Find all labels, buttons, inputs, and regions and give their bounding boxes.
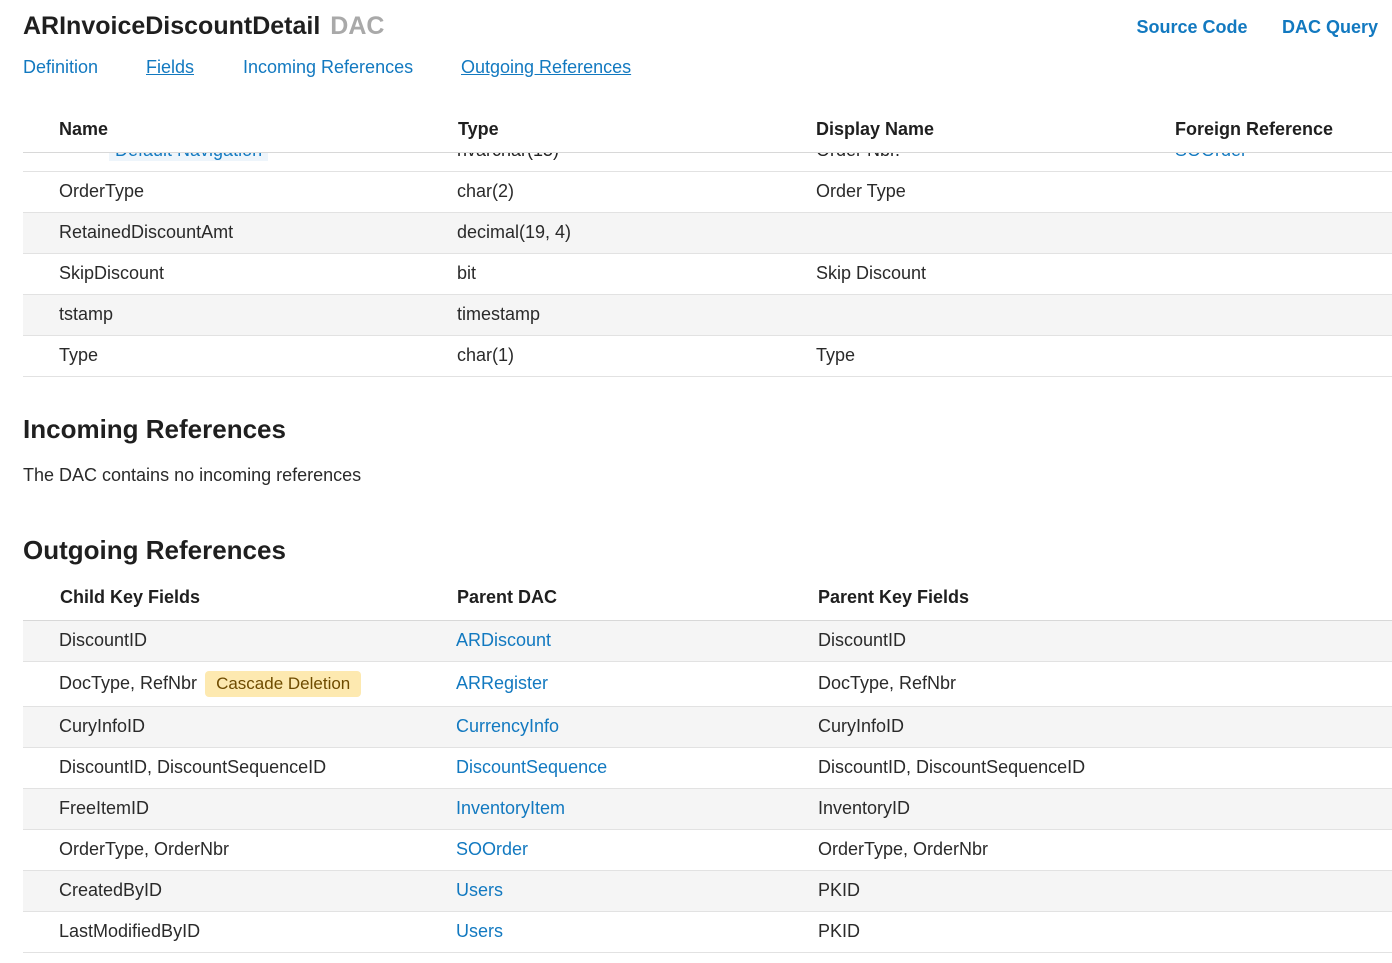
table-row: Type char(1) Type <box>23 335 1392 377</box>
page-title: ARInvoiceDiscountDetail DAC <box>23 12 384 41</box>
field-foreign-reference <box>1175 253 1392 295</box>
child-key-fields: CuryInfoID <box>23 706 456 748</box>
child-key-fields: CreatedByID <box>23 870 456 912</box>
column-header-display-name[interactable]: Display Name <box>816 108 1175 153</box>
table-row: DiscountID, DiscountSequenceID DiscountS… <box>23 747 1392 789</box>
parent-key-fields: DocType, RefNbr <box>817 661 1392 707</box>
parent-key-fields: DiscountID <box>817 620 1392 662</box>
parent-dac-link[interactable]: SOOrder <box>456 839 528 859</box>
parent-key-fields: DiscountID, DiscountSequenceID <box>817 747 1392 789</box>
table-row: OrderType, OrderNbr SOOrder OrderType, O… <box>23 829 1392 871</box>
parent-dac-link[interactable]: InventoryItem <box>456 798 565 818</box>
parent-dac-cell: Users <box>456 870 817 912</box>
default-navigation-chip[interactable]: Default Navigation <box>109 152 269 161</box>
parent-key-fields: PKID <box>817 911 1392 953</box>
parent-dac-cell: InventoryItem <box>456 788 817 830</box>
parent-dac-link[interactable]: ARRegister <box>456 673 548 693</box>
field-display-name: Skip Discount <box>816 253 1175 295</box>
fields-table: Name Type Display Name Foreign Reference… <box>23 108 1392 377</box>
parent-dac-cell: DiscountSequence <box>456 747 817 789</box>
partial-cell-display-name: Order Nbr. <box>816 152 1175 172</box>
field-foreign-reference <box>1175 212 1392 254</box>
nav-tab-definition[interactable]: Definition <box>23 57 98 78</box>
table-row: CreatedByID Users PKID <box>23 870 1392 912</box>
incoming-references-note: The DAC contains no incoming references <box>23 465 362 485</box>
table-row: FreeItemID InventoryItem InventoryID <box>23 788 1392 830</box>
parent-dac-link[interactable]: DiscountSequence <box>456 757 607 777</box>
field-foreign-reference <box>1175 171 1392 213</box>
partial-cell-type: nvarchar(15) <box>457 152 816 172</box>
parent-dac-cell: SOOrder <box>456 829 817 871</box>
field-display-name <box>816 294 1175 336</box>
field-type: decimal(19, 4) <box>457 212 816 254</box>
table-row: SkipDiscount bit Skip Discount <box>23 253 1392 295</box>
child-key-fields: FreeItemID <box>23 788 456 830</box>
incoming-references-heading: Incoming References <box>23 414 286 444</box>
parent-dac-cell: ARDiscount <box>456 620 817 662</box>
parent-dac-cell: CurrencyInfo <box>456 706 817 748</box>
parent-key-fields: CuryInfoID <box>817 706 1392 748</box>
field-foreign-reference <box>1175 294 1392 336</box>
child-key-fields: OrderType, OrderNbr <box>23 829 456 871</box>
field-display-name <box>816 212 1175 254</box>
parent-key-fields: OrderType, OrderNbr <box>817 829 1392 871</box>
parent-dac-cell: ARRegister <box>456 661 817 707</box>
child-key-fields: DiscountID <box>23 620 456 662</box>
outgoing-references-table: Child Key Fields Parent DAC Parent Key F… <box>23 576 1392 953</box>
table-row: DocType, RefNbr Cascade Deletion ARRegist… <box>23 661 1392 707</box>
partial-cell-name: Default Navigation <box>23 152 457 172</box>
source-code-link[interactable]: Source Code <box>1136 17 1247 37</box>
field-name: Type <box>23 335 457 377</box>
parent-dac-link[interactable]: CurrencyInfo <box>456 716 559 736</box>
field-display-name: Type <box>816 335 1175 377</box>
field-name: tstamp <box>23 294 457 336</box>
field-name: SkipDiscount <box>23 253 457 295</box>
dac-query-link[interactable]: DAC Query <box>1282 17 1378 37</box>
parent-key-fields: InventoryID <box>817 788 1392 830</box>
table-row: OrderType char(2) Order Type <box>23 171 1392 213</box>
outgoing-references-heading: Outgoing References <box>23 535 286 565</box>
parent-dac-link[interactable]: Users <box>456 921 503 941</box>
column-header-name[interactable]: Name <box>23 108 457 153</box>
column-header-parent-key-fields[interactable]: Parent Key Fields <box>817 576 1392 621</box>
field-type: char(2) <box>457 171 816 213</box>
column-header-child-key-fields[interactable]: Child Key Fields <box>23 576 456 621</box>
field-type: bit <box>457 253 816 295</box>
table-row: RetainedDiscountAmt decimal(19, 4) <box>23 212 1392 254</box>
parent-dac-link[interactable]: ARDiscount <box>456 630 551 650</box>
child-key-fields: DocType, RefNbr Cascade Deletion <box>23 661 456 707</box>
field-type: timestamp <box>457 294 816 336</box>
column-header-parent-dac[interactable]: Parent DAC <box>456 576 817 621</box>
table-row: CuryInfoID CurrencyInfo CuryInfoID <box>23 706 1392 748</box>
column-header-type[interactable]: Type <box>457 108 816 153</box>
field-foreign-reference <box>1175 335 1392 377</box>
table-row: DiscountID ARDiscount DiscountID <box>23 620 1392 662</box>
field-type: char(1) <box>457 335 816 377</box>
nav-tab-outgoing-references[interactable]: Outgoing References <box>461 57 631 78</box>
nav-tab-fields[interactable]: Fields <box>146 57 194 78</box>
fields-table-header: Name Type Display Name Foreign Reference <box>23 108 1392 153</box>
table-row: LastModifiedByID Users PKID <box>23 911 1392 953</box>
parent-dac-link[interactable]: Users <box>456 880 503 900</box>
partial-cell-foreign-reference[interactable]: SOOrder <box>1175 152 1392 172</box>
nav-tab-incoming-references[interactable]: Incoming References <box>243 57 413 78</box>
outgoing-table-header: Child Key Fields Parent DAC Parent Key F… <box>23 576 1392 621</box>
header-links: Source Code DAC Query <box>1106 17 1378 38</box>
child-key-fields: DiscountID, DiscountSequenceID <box>23 747 456 789</box>
cascade-deletion-badge: Cascade Deletion <box>205 670 362 697</box>
column-header-foreign-reference[interactable]: Foreign Reference <box>1175 108 1392 153</box>
child-key-fields: LastModifiedByID <box>23 911 456 953</box>
page-header: ARInvoiceDiscountDetail DAC Source Code D… <box>23 12 1378 46</box>
table-row: tstamp timestamp <box>23 294 1392 336</box>
field-name: OrderType <box>23 171 457 213</box>
field-name: RetainedDiscountAmt <box>23 212 457 254</box>
dac-name: ARInvoiceDiscountDetail <box>23 12 321 40</box>
field-display-name: Order Type <box>816 171 1175 213</box>
dac-suffix: DAC <box>330 12 385 40</box>
parent-key-fields: PKID <box>817 870 1392 912</box>
table-row-partial: Default Navigation nvarchar(15) Order Nb… <box>23 152 1392 172</box>
parent-dac-cell: Users <box>456 911 817 953</box>
